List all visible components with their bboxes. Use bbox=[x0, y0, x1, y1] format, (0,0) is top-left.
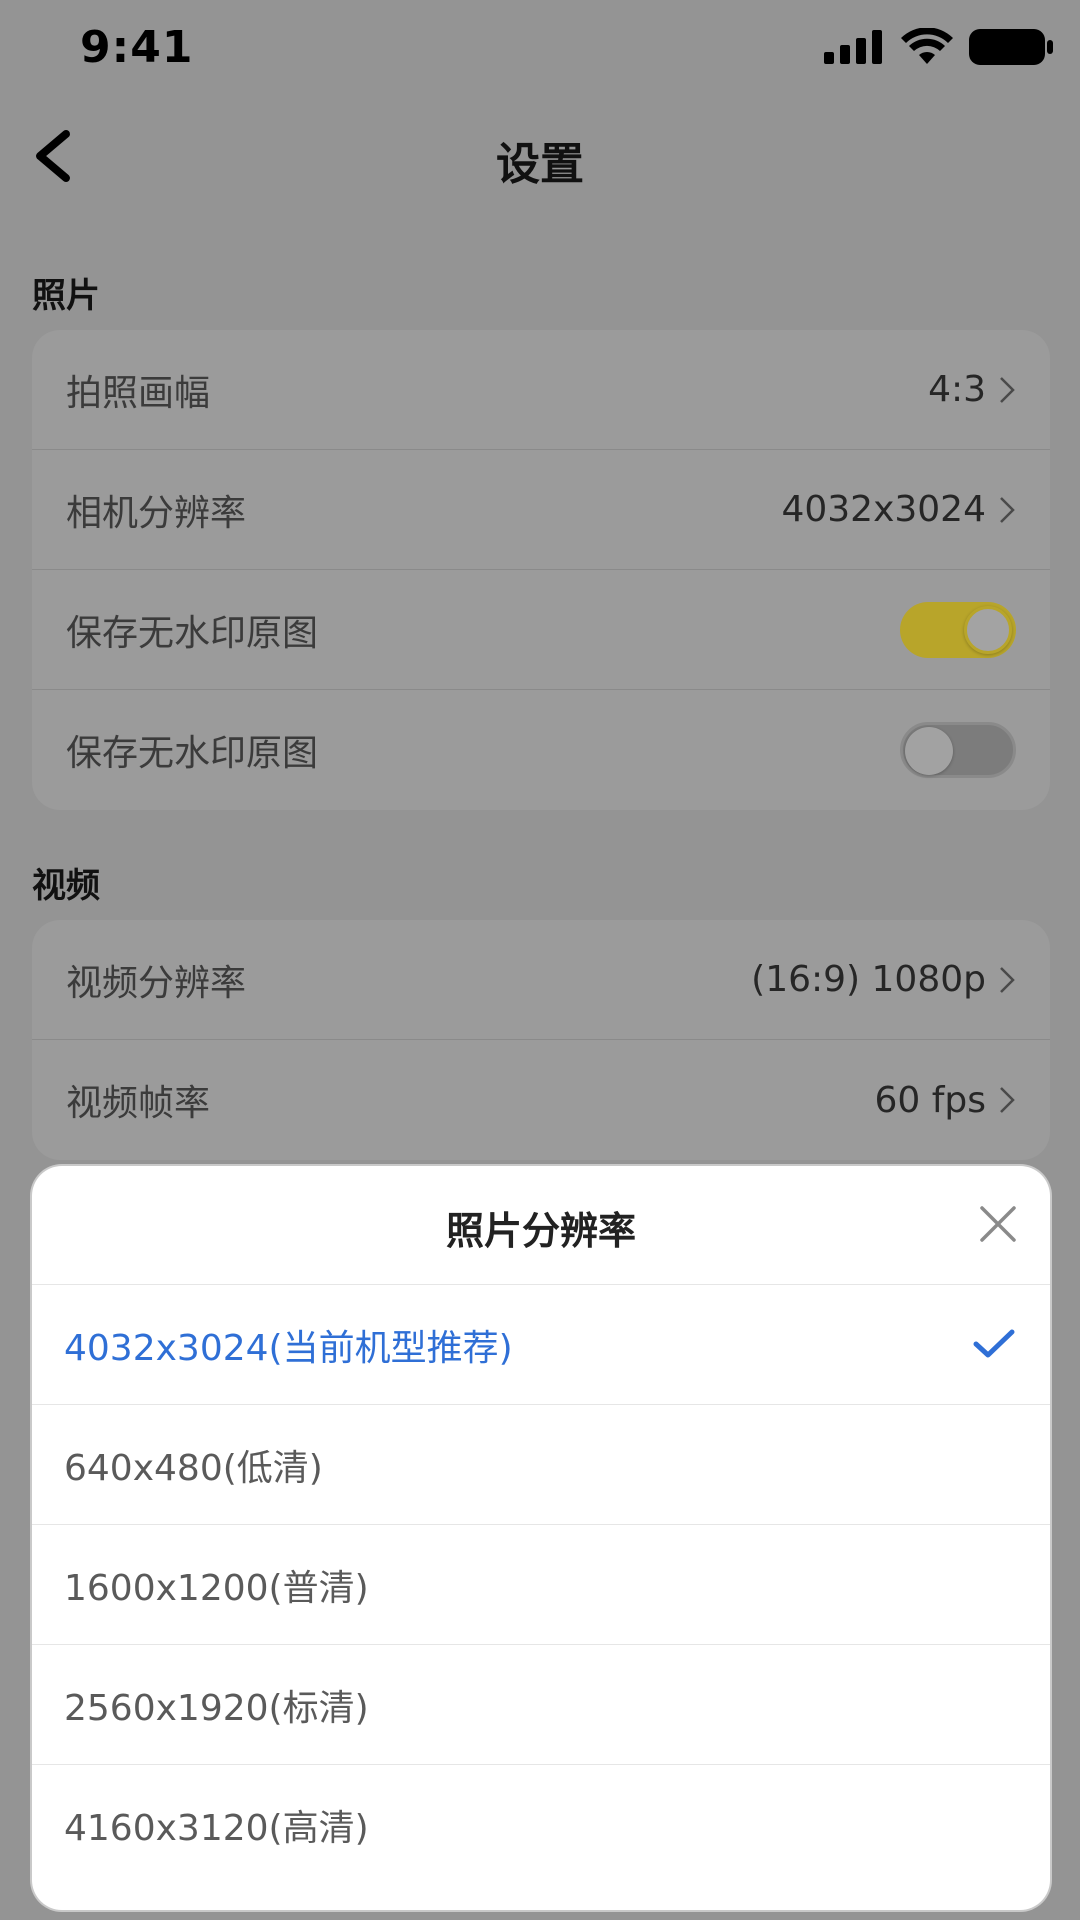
photo-settings-card: 拍照画幅 4:3 相机分辨率 4032x3024 保存无水印原图 保存无水印原图 bbox=[32, 330, 1050, 810]
row-camera-resolution[interactable]: 相机分辨率 4032x3024 bbox=[32, 450, 1050, 570]
video-settings-card: 视频分辨率 (16:9) 1080p 视频帧率 60 fps bbox=[32, 920, 1050, 1160]
row-label: 相机分辨率 bbox=[66, 492, 247, 534]
row-value-text: 60 fps bbox=[874, 1079, 986, 1121]
row-value: 60 fps bbox=[874, 1080, 1016, 1121]
close-icon bbox=[980, 1206, 1016, 1242]
chevron-right-icon bbox=[1000, 496, 1015, 523]
option-resolution-640[interactable]: 640x480(低清) bbox=[32, 1404, 1050, 1524]
sheet-title: 照片分辨率 bbox=[445, 1209, 636, 1253]
toggle-switch-off[interactable] bbox=[900, 722, 1016, 778]
option-label: 2560x1920(标清) bbox=[64, 1687, 369, 1729]
option-resolution-1600[interactable]: 1600x1200(普清) bbox=[32, 1524, 1050, 1644]
battery-icon bbox=[969, 29, 1053, 65]
row-value: 4032x3024 bbox=[781, 489, 1016, 530]
row-label: 视频帧率 bbox=[66, 1083, 211, 1124]
status-time: 9:41 bbox=[80, 22, 194, 73]
close-button[interactable] bbox=[974, 1200, 1022, 1248]
chevron-right-icon bbox=[1000, 1087, 1015, 1113]
row-value-text: 4032x3024 bbox=[781, 489, 986, 530]
option-label: 4160x3120(高清) bbox=[64, 1807, 369, 1849]
row-save-original-2: 保存无水印原图 bbox=[32, 690, 1050, 810]
option-label: 1600x1200(普清) bbox=[64, 1567, 369, 1609]
toggle-knob bbox=[905, 727, 953, 775]
option-label: 640x480(低清) bbox=[64, 1447, 323, 1489]
row-value-text: (16:9) 1080p bbox=[751, 959, 986, 1000]
row-value: (16:9) 1080p bbox=[751, 959, 1016, 1000]
option-label: 4032x3024(当前机型推荐) bbox=[64, 1327, 513, 1369]
row-value-text: 4:3 bbox=[928, 369, 986, 410]
signal-icon bbox=[824, 30, 882, 64]
option-resolution-2560[interactable]: 2560x1920(标清) bbox=[32, 1644, 1050, 1764]
row-video-framerate[interactable]: 视频帧率 60 fps bbox=[32, 1040, 1050, 1160]
page-title: 设置 bbox=[496, 139, 584, 190]
section-title-video: 视频 bbox=[32, 866, 100, 906]
section-title-photo: 照片 bbox=[32, 276, 100, 316]
chevron-right-icon bbox=[1000, 376, 1015, 403]
status-bar: 9:41 bbox=[0, 0, 1080, 100]
row-label: 保存无水印原图 bbox=[66, 612, 319, 654]
row-label: 视频分辨率 bbox=[66, 962, 247, 1004]
row-label: 保存无水印原图 bbox=[66, 733, 319, 774]
row-photo-frame[interactable]: 拍照画幅 4:3 bbox=[32, 330, 1050, 450]
row-label: 拍照画幅 bbox=[66, 372, 211, 414]
toggle-switch-on[interactable] bbox=[900, 601, 1016, 658]
option-resolution-4160[interactable]: 4160x3120(高清) bbox=[32, 1764, 1050, 1884]
option-resolution-4032[interactable]: 4032x3024(当前机型推荐) bbox=[32, 1284, 1050, 1404]
sheet-header: 照片分辨率 bbox=[32, 1166, 1050, 1284]
row-value: 4:3 bbox=[928, 369, 1016, 410]
wifi-icon bbox=[901, 28, 953, 64]
nav-bar: 设置 bbox=[0, 100, 1080, 210]
settings-page: 9:41 设置 照片 拍照画幅 4:3 相机分辨率 4032x3024 保存无水… bbox=[0, 0, 1080, 1920]
toggle-knob bbox=[964, 605, 1012, 654]
row-video-resolution[interactable]: 视频分辨率 (16:9) 1080p bbox=[32, 920, 1050, 1040]
chevron-right-icon bbox=[1000, 966, 1015, 993]
row-save-original-1: 保存无水印原图 bbox=[32, 570, 1050, 690]
status-icons bbox=[824, 28, 1054, 66]
resolution-bottom-sheet: 照片分辨率 4032x3024(当前机型推荐) 640x480(低清) 1600… bbox=[32, 1166, 1050, 1910]
checkmark-icon bbox=[973, 1329, 1015, 1358]
